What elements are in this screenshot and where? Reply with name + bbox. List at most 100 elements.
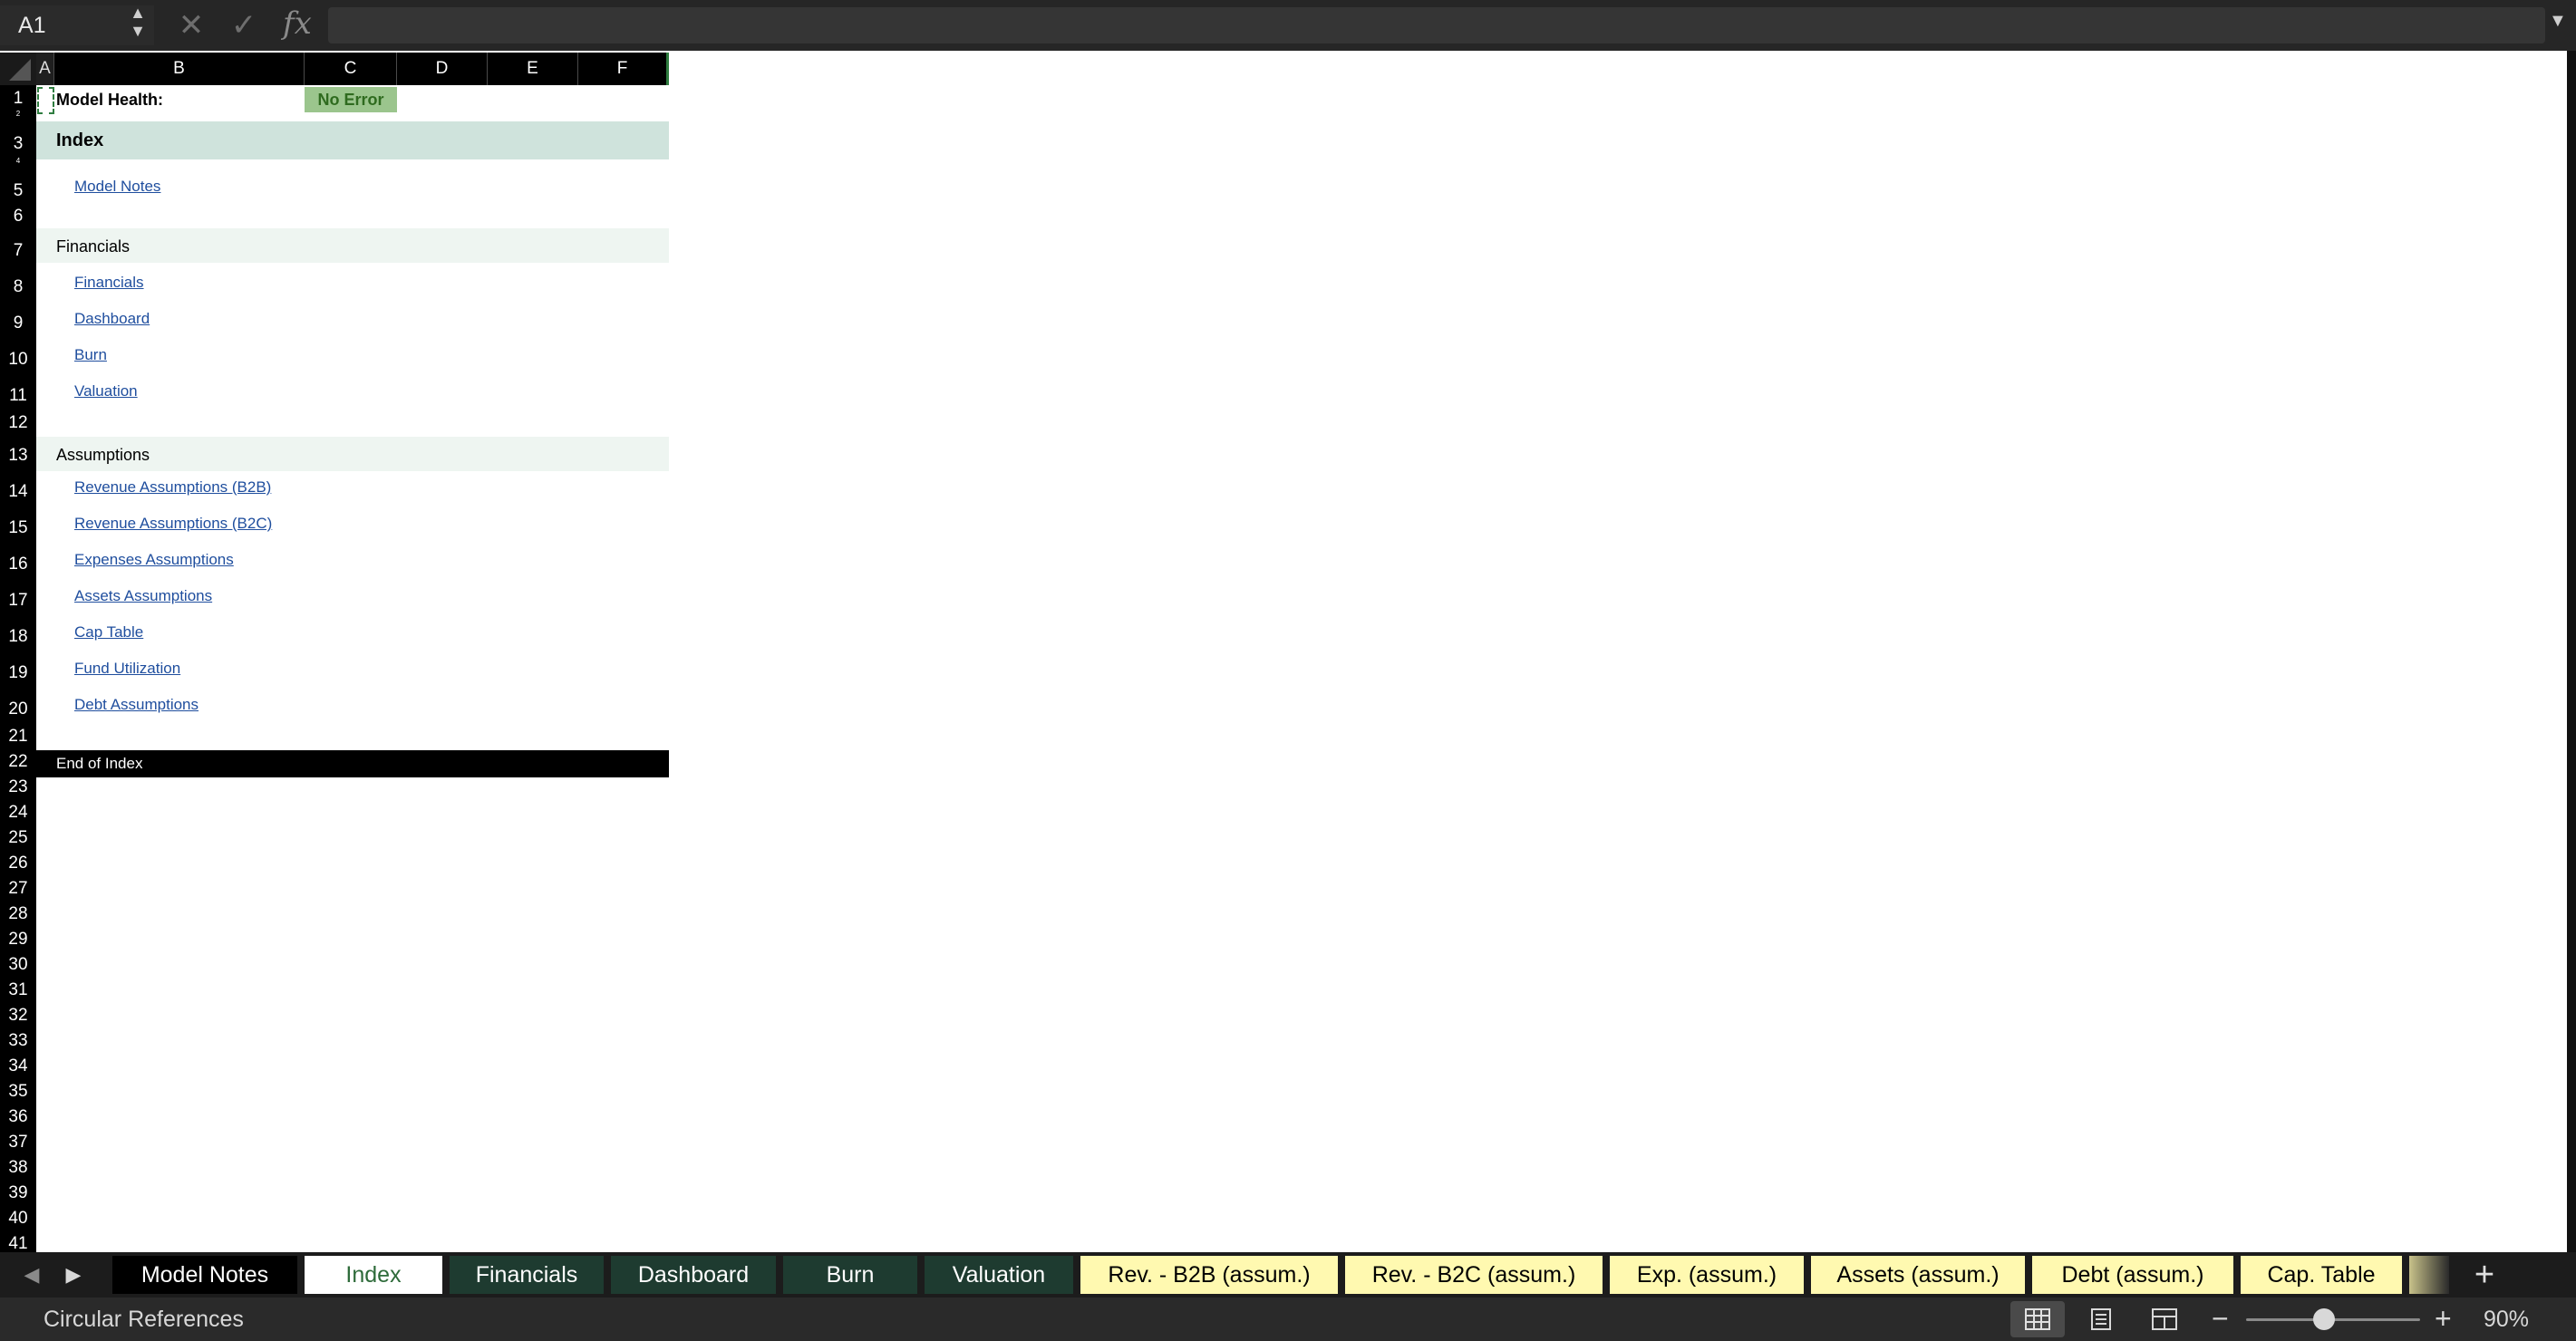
selected-cell-a1[interactable]	[37, 87, 54, 114]
normal-view-icon	[2025, 1308, 2050, 1330]
column-header-e[interactable]: E	[488, 53, 578, 85]
cancel-icon[interactable]: ✕	[176, 7, 207, 43]
tab-dashboard[interactable]: Dashboard	[611, 1256, 776, 1294]
column-header-d[interactable]: D	[397, 53, 488, 85]
page-break-preview-button[interactable]	[2137, 1301, 2192, 1337]
row-header-20[interactable]: 20	[0, 699, 36, 721]
page-break-icon	[2152, 1308, 2177, 1330]
tab-financials[interactable]: Financials	[450, 1256, 604, 1294]
row-header-33[interactable]: 33	[0, 1031, 36, 1053]
row-header-29[interactable]: 29	[0, 930, 36, 951]
tab-overflow[interactable]	[2409, 1256, 2449, 1294]
link-valuation[interactable]: Valuation	[74, 382, 138, 400]
page-layout-icon	[2091, 1308, 2111, 1330]
row-header-25[interactable]: 25	[0, 828, 36, 850]
row-header-15[interactable]: 15	[0, 518, 36, 540]
row-header-9[interactable]: 9	[0, 314, 36, 335]
link-dashboard[interactable]: Dashboard	[74, 310, 150, 328]
link-debt-assumptions[interactable]: Debt Assumptions	[74, 696, 199, 714]
tab-debt-assum[interactable]: Debt (assum.)	[2032, 1256, 2233, 1294]
zoom-slider-thumb[interactable]	[2313, 1308, 2335, 1330]
tab-exp-assum[interactable]: Exp. (assum.)	[1610, 1256, 1804, 1294]
tab-burn[interactable]: Burn	[783, 1256, 917, 1294]
link-revenue-assumptions-b2c[interactable]: Revenue Assumptions (B2C)	[74, 515, 272, 533]
row-header-5[interactable]: 5	[0, 181, 36, 203]
next-sheet-icon[interactable]: ▶	[58, 1259, 89, 1290]
link-fund-utilization[interactable]: Fund Utilization	[74, 660, 180, 678]
row-header-2[interactable]: 2	[0, 111, 36, 118]
zoom-out-icon[interactable]: −	[2212, 1298, 2229, 1339]
row-header-37[interactable]: 37	[0, 1133, 36, 1154]
expand-formula-bar-icon[interactable]: ▼	[2549, 11, 2567, 32]
row-header-3[interactable]: 3	[0, 134, 36, 156]
row-header-28[interactable]: 28	[0, 904, 36, 926]
row-header-26[interactable]: 26	[0, 854, 36, 875]
row-header-13[interactable]: 13	[0, 446, 36, 468]
row-header-10[interactable]: 10	[0, 350, 36, 371]
confirm-icon[interactable]: ✓	[228, 7, 259, 43]
link-model-notes[interactable]: Model Notes	[74, 178, 160, 196]
normal-view-button[interactable]	[2010, 1301, 2065, 1337]
column-header-b[interactable]: B	[54, 53, 305, 85]
row-header-34[interactable]: 34	[0, 1056, 36, 1078]
row-header-31[interactable]: 31	[0, 980, 36, 1002]
row-header-36[interactable]: 36	[0, 1107, 36, 1129]
column-header-f[interactable]: F	[578, 53, 669, 85]
link-revenue-assumptions-b2b[interactable]: Revenue Assumptions (B2B)	[74, 478, 271, 497]
row-header-39[interactable]: 39	[0, 1183, 36, 1205]
row-header-32[interactable]: 32	[0, 1006, 36, 1027]
assumptions-section-heading: Assumptions	[56, 446, 150, 464]
row-header-35[interactable]: 35	[0, 1082, 36, 1104]
circular-references-status[interactable]: Circular References	[44, 1298, 244, 1341]
row-header-30[interactable]: 30	[0, 955, 36, 977]
tab-rev-b2b-assum[interactable]: Rev. - B2B (assum.)	[1080, 1256, 1338, 1294]
row-header-17[interactable]: 17	[0, 591, 36, 613]
row-header-8[interactable]: 8	[0, 277, 36, 299]
zoom-in-icon[interactable]: +	[2435, 1298, 2452, 1339]
row-header-19[interactable]: 19	[0, 663, 36, 685]
tab-index[interactable]: Index	[305, 1256, 442, 1294]
link-financials[interactable]: Financials	[74, 274, 144, 292]
insert-function-icon[interactable]: fx	[283, 5, 312, 42]
row-header-11[interactable]: 11	[0, 386, 36, 408]
sheet-tab-bar: ◀ ▶ Model Notes Index Financials Dashboa…	[0, 1252, 2576, 1298]
link-assets-assumptions[interactable]: Assets Assumptions	[74, 587, 212, 605]
row-header-38[interactable]: 38	[0, 1158, 36, 1180]
row-header-7[interactable]: 7	[0, 241, 36, 263]
row-header-1[interactable]: 1	[0, 89, 36, 111]
link-burn[interactable]: Burn	[74, 346, 107, 364]
tab-assets-assum[interactable]: Assets (assum.)	[1811, 1256, 2025, 1294]
formula-input[interactable]	[328, 7, 2545, 43]
name-box-spinner-icon[interactable]: ▲ ▼	[127, 4, 149, 43]
column-header-c[interactable]: C	[305, 53, 397, 85]
row-header-14[interactable]: 14	[0, 482, 36, 504]
row-header-12[interactable]: 12	[0, 413, 36, 435]
tab-rev-b2c-assum[interactable]: Rev. - B2C (assum.)	[1345, 1256, 1603, 1294]
previous-sheet-icon[interactable]: ◀	[16, 1259, 47, 1290]
page-layout-view-button[interactable]	[2074, 1301, 2128, 1337]
row-header-16[interactable]: 16	[0, 555, 36, 576]
column-header-a[interactable]: A	[36, 53, 54, 85]
row-header-18[interactable]: 18	[0, 627, 36, 649]
row-header-6[interactable]: 6	[0, 207, 36, 228]
tab-valuation[interactable]: Valuation	[925, 1256, 1073, 1294]
row-header-21[interactable]: 21	[0, 727, 36, 748]
end-of-index-label: End of Index	[56, 755, 143, 772]
select-all-corner[interactable]	[0, 53, 36, 85]
worksheet-grid[interactable]: A B C D E F 1 2 3 4 5 6 7 8 9 10 11 12 1…	[0, 51, 2576, 1252]
row-header-24[interactable]: 24	[0, 803, 36, 825]
tab-model-notes[interactable]: Model Notes	[112, 1256, 297, 1294]
add-sheet-icon[interactable]: +	[2462, 1254, 2507, 1296]
vertical-scrollbar[interactable]	[2567, 51, 2576, 1252]
row-header-40[interactable]: 40	[0, 1209, 36, 1230]
tab-cap-table[interactable]: Cap. Table	[2241, 1256, 2402, 1294]
link-expenses-assumptions[interactable]: Expenses Assumptions	[74, 551, 234, 569]
row-header-22[interactable]: 22	[0, 752, 36, 774]
financials-section-heading: Financials	[56, 237, 131, 256]
row-header-27[interactable]: 27	[0, 879, 36, 901]
zoom-level[interactable]: 90%	[2484, 1298, 2529, 1341]
row-header-4[interactable]: 4	[0, 158, 36, 165]
link-cap-table[interactable]: Cap Table	[74, 623, 143, 642]
row-header-41[interactable]: 41	[0, 1234, 36, 1252]
row-header-23[interactable]: 23	[0, 777, 36, 799]
